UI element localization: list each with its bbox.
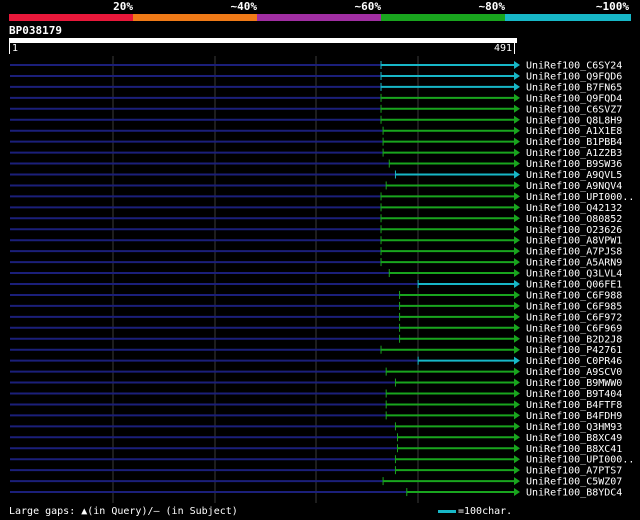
hit-label: UniRef100_C5WZ07 [526, 477, 622, 488]
alignment-arrow-icon [514, 433, 520, 442]
alignment-arrow-icon [514, 389, 520, 398]
alignment-arrow-icon [514, 269, 520, 278]
alignment-arrow-icon [514, 71, 520, 80]
alignment-arrow-icon [514, 181, 520, 190]
alignment-arrow-icon [514, 488, 520, 497]
alignment-arrow-icon [514, 400, 520, 409]
alignment-arrow-icon [514, 214, 520, 223]
alignment-arrow-icon [514, 455, 520, 464]
hit-label: UniRef100_A9QVL5 [526, 170, 622, 181]
hit-label: UniRef100_P42761 [526, 345, 622, 356]
hit-label: UniRef100_Q9FQD4 [526, 93, 622, 104]
hit-label: UniRef100_Q3LVL4 [526, 269, 622, 280]
alignment-arrow-icon [514, 422, 520, 431]
hit-label: UniRef100_O23626 [526, 225, 622, 236]
hit-label: UniRef100_C6F988 [526, 290, 622, 301]
hit-label: UniRef100_A7PTS7 [526, 466, 622, 477]
alignment-arrow-icon [514, 466, 520, 475]
hit-label: UniRef100_C6F985 [526, 301, 622, 312]
hit-label: UniRef100_A1X1E8 [526, 126, 622, 137]
scale-key-line [438, 509, 456, 513]
alignment-arrow-icon [514, 411, 520, 420]
alignment-arrow-icon [514, 137, 520, 146]
hit-label: UniRef100_C6F972 [526, 312, 622, 323]
hit-label: UniRef100_A9NQV4 [526, 181, 622, 192]
hit-label: UniRef100_Q42132 [526, 203, 622, 214]
alignment-arrow-icon [514, 192, 520, 201]
hit-label: UniRef100_C0PR46 [526, 356, 622, 367]
hit-label: UniRef100_B8XC49 [526, 433, 622, 444]
alignment-arrow-icon [514, 93, 520, 102]
hit-label: UniRef100_A1Z2B3 [526, 148, 622, 159]
alignment-arrow-icon [514, 280, 520, 288]
hit-label: UniRef100_Q9FQD6 [526, 71, 622, 82]
hit-label: UniRef100_UPI000.. [526, 192, 634, 203]
alignment-arrow-icon [514, 345, 520, 354]
hit-label: UniRef100_A5ARN9 [526, 258, 622, 269]
alignment-arrow-icon [514, 148, 520, 157]
large-gaps-legend: Large gaps: ▲(in Query)/– (in Subject) [9, 506, 238, 517]
alignment-arrow-icon [514, 301, 520, 310]
hit-label: UniRef100_B2D2J8 [526, 334, 622, 345]
alignment-arrow-icon [514, 115, 520, 124]
alignment-arrow-icon [514, 258, 520, 267]
hit-label: UniRef100_O80852 [526, 214, 622, 225]
scale-key: =100char. [438, 506, 512, 518]
hit-label: UniRef100_Q06FE1 [526, 280, 622, 291]
alignment-arrow-icon [514, 367, 520, 376]
alignment-graphic: UniRef100_C6SY24UniRef100_Q9FQD6UniRef10… [10, 56, 634, 503]
hit-label: UniRef100_B9MWW0 [526, 378, 622, 389]
alignment-arrow-icon [514, 203, 520, 212]
alignment-arrow-icon [514, 236, 520, 245]
hit-label: UniRef100_B8YDC4 [526, 488, 622, 499]
hit-label: UniRef100_Q8L8H9 [526, 115, 622, 126]
hit-label: UniRef100_A9SCV0 [526, 367, 622, 378]
hit-label: UniRef100_C6SVZ7 [526, 104, 622, 115]
alignment-arrow-icon [514, 444, 520, 453]
alignment-arrow-icon [514, 225, 520, 234]
alignment-arrow-icon [514, 312, 520, 321]
alignment-arrow-icon [514, 82, 520, 91]
alignment-arrow-icon [514, 290, 520, 299]
alignment-arrow-icon [514, 126, 520, 135]
hit-label: UniRef100_B1PBB4 [526, 137, 622, 148]
alignment-arrow-icon [514, 170, 520, 179]
hit-label: UniRef100_C6F969 [526, 323, 622, 334]
scale-key-label: =100char. [458, 506, 513, 517]
alignment-arrow-icon [514, 378, 520, 387]
alignment-arrow-icon [514, 61, 520, 69]
hit-label: UniRef100_UPI000.. [526, 455, 634, 466]
hit-label: UniRef100_B4FDH9 [526, 411, 622, 422]
hit-label: UniRef100_B9SW36 [526, 159, 622, 170]
hit-label: UniRef100_B9T404 [526, 389, 622, 400]
hit-label: UniRef100_C6SY24 [526, 61, 622, 72]
hit-label: UniRef100_A8VPW1 [526, 236, 622, 247]
alignment-arrow-icon [514, 247, 520, 256]
alignment-arrow-icon [514, 104, 520, 113]
hit-label: UniRef100_A7PJS8 [526, 247, 622, 258]
alignment-arrow-icon [514, 334, 520, 343]
alignment-arrow-icon [514, 323, 520, 332]
hit-label: UniRef100_Q3HM93 [526, 422, 622, 433]
alignment-arrow-icon [514, 356, 520, 365]
alignment-arrow-icon [514, 477, 520, 486]
alignment-arrow-icon [514, 159, 520, 168]
hit-label: UniRef100_B8XC41 [526, 444, 622, 455]
hit-label: UniRef100_B7FN65 [526, 82, 622, 93]
hit-label: UniRef100_B4FTF8 [526, 400, 622, 411]
